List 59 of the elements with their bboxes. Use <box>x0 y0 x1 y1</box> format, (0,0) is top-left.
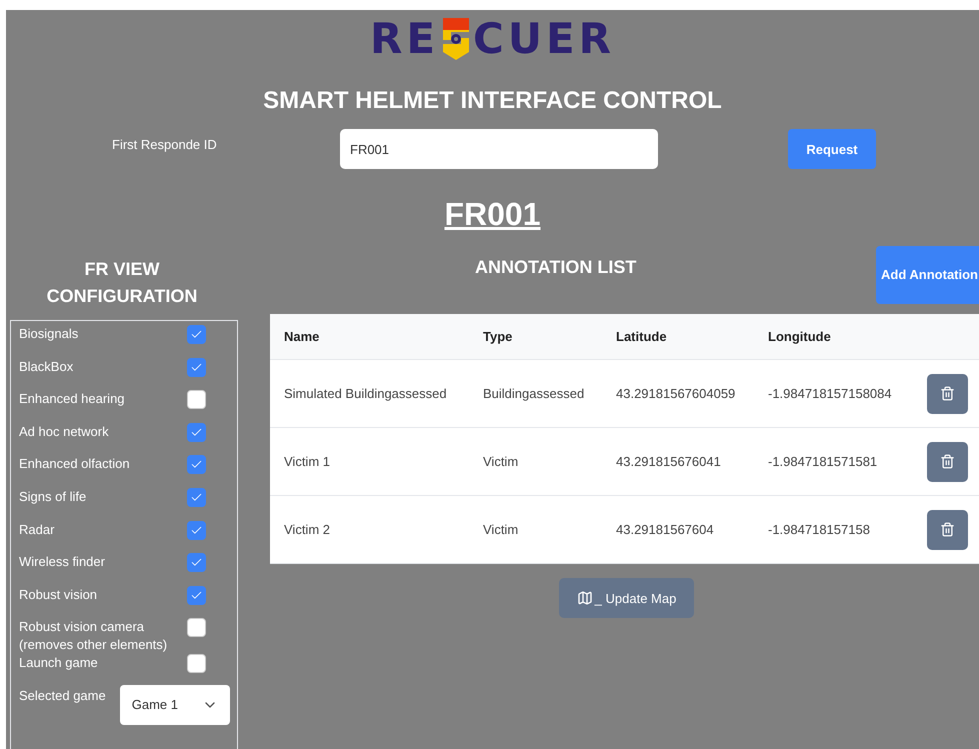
option-label: Wireless finder <box>19 553 106 572</box>
option-label: Enhanced olfaction <box>19 455 131 474</box>
option-label: Robust vision <box>19 586 98 604</box>
option-label: Radar <box>19 520 56 539</box>
id-input-field[interactable]: FR001 <box>340 129 658 169</box>
add-annotation-button[interactable]: Add Annotation <box>876 246 979 304</box>
column-header: Type <box>483 329 514 344</box>
checkbox[interactable] <box>187 586 206 605</box>
page-title: SMART HELMET INTERFACE CONTROL <box>262 86 723 116</box>
request-button[interactable]: Request <box>788 129 876 169</box>
column-header: Name <box>284 329 320 344</box>
table-cell-text: Victim <box>483 454 520 469</box>
checkbox[interactable] <box>187 422 206 442</box>
shield-logo-icon <box>441 16 472 62</box>
id-label: First Responde ID <box>112 137 218 152</box>
checkbox[interactable] <box>187 358 206 377</box>
table-cell-text: 43.291815676041 <box>616 454 722 469</box>
table-cell-text: -1.984718157158 <box>768 522 871 537</box>
delete-button[interactable] <box>927 510 968 550</box>
logo-text: RE <box>370 18 440 60</box>
responder-id-heading: FR001 <box>444 195 541 234</box>
option-label: BlackBox <box>19 358 74 376</box>
trash-icon <box>940 522 955 537</box>
trash-icon <box>940 454 955 469</box>
option-label: Ad hoc network <box>19 422 110 441</box>
delete-button[interactable] <box>927 374 968 414</box>
option-label: Enhanced hearing <box>19 390 126 408</box>
checkbox[interactable] <box>187 520 206 540</box>
table-cell-text: 43.29181567604 <box>616 522 715 537</box>
checkbox[interactable] <box>187 618 206 638</box>
update-map-button[interactable]: _ Update Map <box>559 578 694 618</box>
table-cell-text: -1.9847181571581 <box>768 454 878 469</box>
checkbox[interactable] <box>187 553 206 572</box>
table-cell-text: Simulated Buildingassessed <box>284 386 448 401</box>
annotation-list-title: ANNOTATION LIST <box>475 256 636 279</box>
config-title: FR VIEW CONFIGURATION <box>46 258 198 308</box>
column-header: Latitude <box>616 329 668 344</box>
option-label: Selected game <box>19 686 106 705</box>
checkbox[interactable] <box>187 325 206 344</box>
table-cell-text: Victim <box>483 522 520 537</box>
column-header: Longitude <box>768 329 832 344</box>
option-label: Robust vision camera (removes other elements) <box>19 618 168 654</box>
map-icon <box>576 590 593 606</box>
checkbox[interactable] <box>187 390 206 410</box>
table-cell-text: Victim 1 <box>284 454 331 469</box>
option-label: Biosignals <box>19 325 80 343</box>
checkbox[interactable] <box>187 488 206 507</box>
delete-button[interactable] <box>927 442 968 482</box>
logo-text: CUER <box>473 18 615 60</box>
option-label: Signs of life <box>19 488 88 506</box>
table-cell-text: Buildingassessed <box>483 386 586 401</box>
trash-icon <box>940 386 955 401</box>
table-cell-text: 43.29181567604059 <box>616 386 736 401</box>
option-label: Launch game <box>19 654 99 672</box>
checkbox[interactable] <box>187 654 206 674</box>
game-select[interactable]: Game 1 <box>120 684 230 725</box>
table-cell-text: -1.984718157158084 <box>768 386 893 401</box>
table-cell-text: Victim 2 <box>284 522 331 537</box>
checkbox[interactable] <box>187 455 206 474</box>
